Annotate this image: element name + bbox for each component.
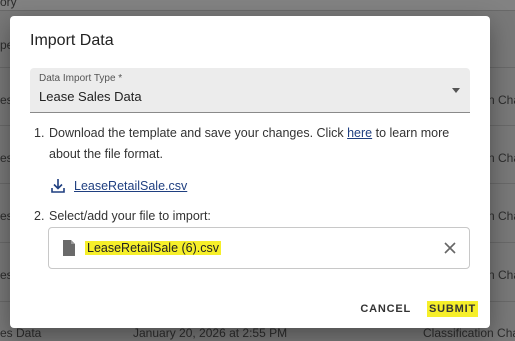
- close-icon[interactable]: [443, 241, 457, 255]
- step-text: to learn more: [372, 126, 450, 140]
- step-number: 1.: [34, 126, 45, 140]
- dialog-title: Import Data: [30, 32, 114, 49]
- step-number: 2.: [34, 209, 45, 223]
- selected-file-name: LeaseRetailSale (6).csv: [85, 241, 222, 255]
- template-download[interactable]: LeaseRetailSale.csv: [50, 176, 187, 196]
- data-import-type-select[interactable]: Data Import Type * Lease Sales Data: [30, 68, 470, 113]
- submit-button[interactable]: SUBMIT: [427, 301, 478, 317]
- data-import-type-label: Data Import Type *: [39, 73, 123, 84]
- data-import-type-value: Lease Sales Data: [39, 89, 142, 104]
- step-select-file: 2. Select/add your file to import:: [34, 206, 474, 227]
- step-download-template: 1. Download the template and save your ch…: [34, 123, 474, 165]
- step-text: Download the template and save your chan…: [49, 126, 348, 140]
- cancel-button[interactable]: CANCEL: [358, 301, 413, 317]
- file-input[interactable]: LeaseRetailSale (6).csv: [48, 227, 470, 269]
- dialog-actions: CANCEL SUBMIT: [358, 301, 478, 317]
- import-data-dialog: Import Data Data Import Type * Lease Sal…: [10, 16, 490, 328]
- learn-more-link[interactable]: here: [347, 126, 372, 140]
- file-icon: [63, 240, 75, 256]
- step-text-line2: about the file format.: [49, 147, 163, 161]
- step-text: Select/add your file to import:: [49, 209, 211, 223]
- download-icon: [51, 179, 65, 193]
- dropdown-caret-icon: [452, 88, 460, 93]
- template-file-link[interactable]: LeaseRetailSale.csv: [74, 179, 187, 193]
